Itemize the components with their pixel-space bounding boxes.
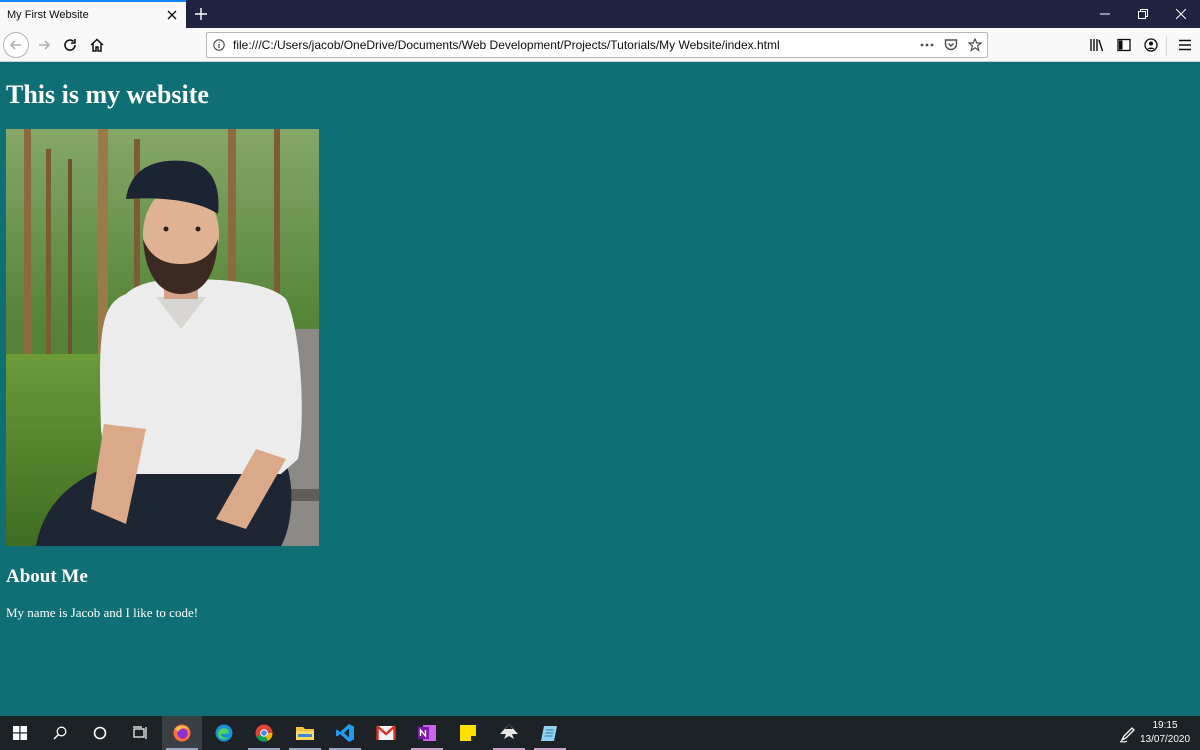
task-view-button[interactable] [120,716,160,750]
taskbar-sticky-notes[interactable] [448,716,488,750]
taskbar-gmail[interactable] [366,716,406,750]
tab-title: My First Website [7,9,89,21]
pocket-icon[interactable] [939,33,963,57]
onenote-icon [418,725,436,741]
minimize-icon[interactable] [1086,0,1124,28]
sticky-notes-icon [460,725,476,741]
account-icon [1144,38,1158,52]
back-arrow-icon [3,32,29,58]
about-heading: About Me [6,566,88,587]
windows-taskbar: 19:15 13/07/2020 [0,716,1200,750]
profile-photo [6,129,319,546]
browser-tab[interactable]: My First Website [0,0,186,28]
taskbar-search-button[interactable] [40,716,80,750]
task-view-icon [133,726,147,739]
clock-date: 13/07/2020 [1140,734,1191,745]
folder-icon [296,727,314,740]
site-info-icon[interactable] [207,33,231,57]
menu-button[interactable] [1172,31,1198,59]
clock-time: 19:15 [1152,720,1178,731]
reload-icon [64,39,76,51]
cortana-button[interactable] [80,716,120,750]
bookmark-star-icon[interactable] [963,33,987,57]
library-button[interactable] [1084,31,1110,59]
notepad-icon [541,726,557,741]
tab-close-icon[interactable] [158,2,186,28]
toolbar-separator [1166,36,1167,56]
taskbar-clock[interactable]: 19:15 13/07/2020 [1140,719,1190,747]
firefox-icon [173,724,191,742]
navigation-toolbar: file:///C:/Users/jacob/OneDrive/Document… [0,28,1200,62]
taskbar-chrome[interactable] [244,716,284,750]
gmail-icon [376,725,396,740]
taskbar-firefox[interactable] [162,716,202,750]
taskbar-edge[interactable] [204,716,244,750]
pen-workspace-icon[interactable] [1118,724,1138,744]
taskbar-inkscape[interactable] [489,716,529,750]
url-text[interactable]: file:///C:/Users/jacob/OneDrive/Document… [233,38,915,52]
page-heading: This is my website [6,80,209,109]
home-icon [90,38,104,52]
about-text: My name is Jacob and I like to code! [6,605,199,620]
forward-arrow-icon [39,40,51,50]
library-icon [1090,39,1104,52]
account-button[interactable] [1138,31,1164,59]
new-tab-button[interactable] [188,0,214,28]
vscode-icon [336,724,354,742]
forward-button[interactable] [31,31,57,59]
page-actions-icon[interactable] [915,33,939,57]
taskbar-notepad[interactable] [530,716,570,750]
inkscape-icon [500,724,518,739]
reload-button[interactable] [57,31,83,59]
hamburger-menu-icon [1179,39,1191,51]
home-button[interactable] [84,31,110,59]
browser-title-bar: My First Website [0,0,1200,28]
close-window-icon[interactable] [1162,0,1200,28]
sidebar-icon [1117,38,1131,52]
taskbar-file-explorer[interactable] [285,716,325,750]
edge-icon [215,724,233,742]
web-page: This is my website About Me My name is J… [0,62,1200,716]
back-button[interactable] [3,31,29,59]
windows-logo-icon [13,726,27,740]
taskbar-onenote[interactable] [407,716,447,750]
search-icon [53,726,67,740]
url-bar[interactable]: file:///C:/Users/jacob/OneDrive/Document… [206,32,988,58]
taskbar-vscode[interactable] [325,716,365,750]
cortana-icon [93,726,107,740]
sidebar-button[interactable] [1111,31,1137,59]
restore-icon[interactable] [1124,0,1162,28]
chrome-icon [255,724,273,742]
windows-start-button[interactable] [0,716,40,750]
